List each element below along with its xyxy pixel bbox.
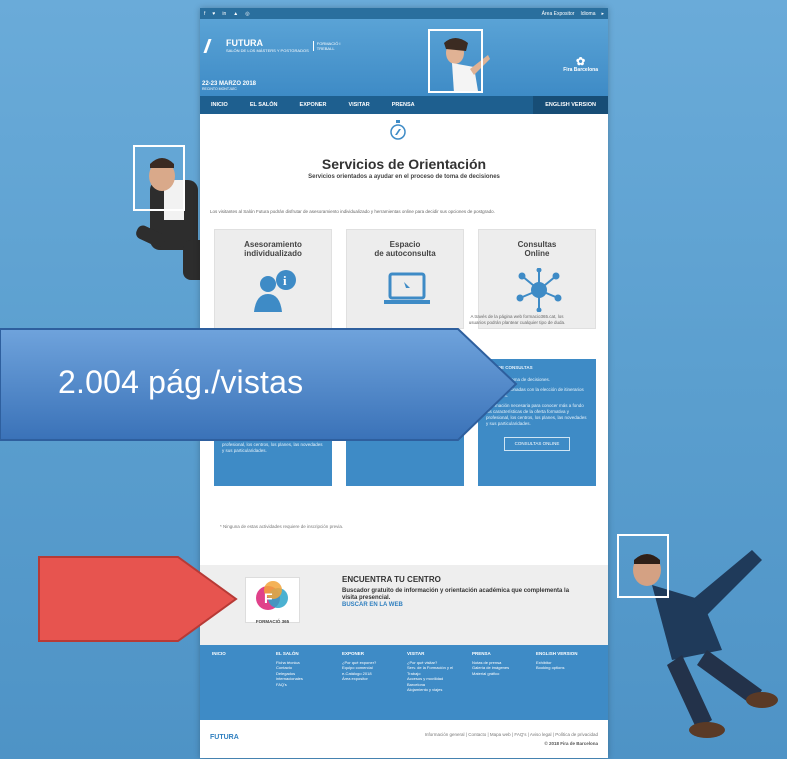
- service-card-asesoramiento[interactable]: Asesoramiento individualizado i: [214, 229, 332, 329]
- card-title-line2: Online: [524, 249, 550, 258]
- nav-inicio[interactable]: INICIO: [200, 102, 239, 108]
- language-link[interactable]: Idioma: [580, 11, 595, 17]
- formacio365-label: FORMACIÓ 365: [255, 619, 290, 624]
- footer-head[interactable]: VISITAR: [407, 651, 467, 657]
- card-title-line1: Asesoramiento: [244, 240, 302, 249]
- social-icons: f ♥ in ▲ ◎: [204, 11, 250, 17]
- youtube-icon[interactable]: ▲: [233, 11, 238, 17]
- linkedin-icon[interactable]: in: [222, 11, 226, 17]
- futura-footer-logo[interactable]: FUTURA: [210, 734, 239, 741]
- hero-banner: FUTURA SALÓN DE LOS MÁSTERS Y POSTGRADOS…: [200, 19, 608, 96]
- instagram-icon[interactable]: ◎: [245, 11, 249, 17]
- card-title-line1: Consultas: [517, 240, 557, 249]
- language-arrow-icon[interactable]: ▸: [601, 11, 604, 17]
- buscar-en-la-web-link[interactable]: BUSCAR EN LA WEB: [342, 602, 403, 608]
- top-bar: f ♥ in ▲ ◎ Área Expositor Idioma ▸: [200, 8, 608, 19]
- encuentra-title: ENCUENTRA TU CENTRO: [342, 575, 441, 584]
- copyright: © 2018 Fira de Barcelona: [544, 741, 598, 746]
- nav-prensa[interactable]: PRENSA: [381, 102, 426, 108]
- face-detection-box-left: [133, 145, 185, 211]
- service-card-autoconsulta[interactable]: Espacio de autoconsulta: [346, 229, 464, 329]
- footer-link[interactable]: Booking options: [536, 665, 578, 671]
- fira-flower-icon: ✿: [576, 56, 586, 68]
- footer-logo-text: FUTURA: [210, 734, 239, 741]
- card-title-line1: Espacio: [389, 240, 421, 249]
- inscription-note: * Ninguna de estas actividades requiere …: [220, 524, 344, 529]
- event-dates: 22-23 MARZO 2018 RECINTO MONTJUÏC: [202, 81, 256, 91]
- footer-head[interactable]: EL SALÓN: [276, 651, 321, 657]
- legal-links[interactable]: Información general | Contacto | Mapa we…: [425, 732, 598, 737]
- footer-head[interactable]: PRENSA: [472, 651, 509, 657]
- encuentra-centro-section: F FORMACIÓ 365 ENCUENTRA TU CENTRO Busca…: [200, 565, 608, 645]
- card-title-line2: de autoconsulta: [374, 249, 436, 258]
- footer-link[interactable]: Equipo comercial: [342, 665, 376, 671]
- encuentra-description: Buscador gratuito de información y orien…: [342, 588, 570, 601]
- footer-link[interactable]: FAQ's: [276, 682, 321, 688]
- red-pointer-arrow: [38, 556, 238, 642]
- laptop-icon: [384, 272, 430, 304]
- advisor-info-icon: i: [254, 270, 296, 312]
- footer-head[interactable]: INICIO: [212, 651, 226, 657]
- footer-head[interactable]: ENGLISH VERSION: [536, 651, 578, 657]
- footer-link[interactable]: Alojamiento y viajes: [407, 687, 467, 693]
- network-user-icon: [516, 268, 562, 312]
- footer-link[interactable]: Delegados internacionales: [276, 671, 321, 682]
- encuentra-text: Buscador gratuito de información y orien…: [342, 588, 572, 609]
- online-description: A través de la página web formacio365.ca…: [468, 314, 566, 325]
- footer-col-visitar: VISITAR ¿Por qué visitar? Serv. de la Fo…: [407, 651, 467, 693]
- partner-name: Fira Barcelona: [563, 67, 598, 73]
- pageviews-callout-text: 2.004 pág./vistas: [58, 364, 304, 400]
- footer-col-english: ENGLISH VERSION Exhibitor Booking option…: [536, 651, 578, 671]
- page-title: Servicios de Orientación: [321, 156, 487, 172]
- futura-logo-mark-icon: [203, 39, 225, 53]
- logo-side-text: FORMACIÓ I TREBALL: [312, 41, 353, 51]
- compass-icon: [390, 120, 406, 140]
- logo-subtitle: SALÓN DE LOS MÁSTERS Y POSTGRADOS: [226, 48, 309, 53]
- logo-title: FUTURA: [226, 38, 263, 48]
- footer-col-prensa: PRENSA Notas de prensa Galería de imágen…: [472, 651, 509, 676]
- twitter-icon[interactable]: ♥: [212, 11, 215, 17]
- page-subtitle: Servicios orientados a ayudar en el proc…: [308, 174, 500, 180]
- expositor-link[interactable]: Área Expositor: [542, 11, 575, 17]
- main-nav: INICIO EL SALÓN EXPONER VISITAR PRENSA E…: [200, 96, 608, 114]
- footer-head[interactable]: EXPONER: [342, 651, 376, 657]
- nav-english-version[interactable]: ENGLISH VERSION: [533, 96, 608, 114]
- face-detection-box-right: [617, 534, 669, 598]
- face-detection-box-top: [428, 29, 483, 93]
- footer-link[interactable]: Serv. de la Formación y el Trabajo: [407, 665, 467, 676]
- footer-col-exponer: EXPONER ¿Por qué exponer? Equipo comerci…: [342, 651, 376, 682]
- bottom-bar: FUTURA Información general | Contacto | …: [200, 720, 608, 758]
- nav-exponer[interactable]: EXPONER: [289, 102, 338, 108]
- nav-visitar[interactable]: VISITAR: [337, 102, 380, 108]
- footer-link[interactable]: Material gráfico: [472, 671, 509, 677]
- card-title-line2: individualizado: [244, 249, 302, 258]
- footer-link[interactable]: Galería de imágenes: [472, 665, 509, 671]
- futura-logo[interactable]: FUTURA SALÓN DE LOS MÁSTERS Y POSTGRADOS…: [203, 38, 353, 53]
- nav-el-salon[interactable]: EL SALÓN: [239, 102, 289, 108]
- footer-col-inicio: INICIO: [212, 651, 226, 660]
- intro-text: Los visitantes al Salón Futura podrán di…: [210, 209, 495, 214]
- formacio365-f-icon: F: [256, 581, 288, 610]
- footer-col-salon: EL SALÓN Ficha técnica Contacto Delegado…: [276, 651, 321, 687]
- venue-text: RECINTO MONTJUÏC: [202, 87, 237, 91]
- site-footer: INICIO EL SALÓN Ficha técnica Contacto D…: [200, 645, 608, 720]
- footer-link[interactable]: Área expositor: [342, 676, 376, 682]
- formacio365-logo[interactable]: F FORMACIÓ 365: [245, 577, 300, 624]
- svg-text:F: F: [264, 590, 273, 606]
- fira-barcelona-logo[interactable]: ✿ Fira Barcelona: [563, 56, 598, 74]
- facebook-icon[interactable]: f: [204, 11, 205, 17]
- svg-text:i: i: [283, 273, 287, 288]
